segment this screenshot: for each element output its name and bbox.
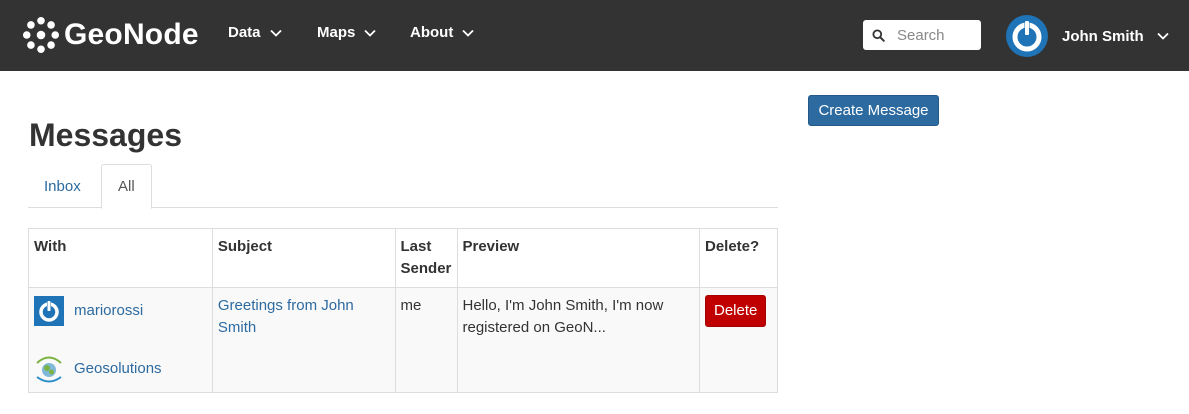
chevron-down-icon <box>1157 32 1169 40</box>
header-with: With <box>28 228 213 288</box>
geosolutions-logo-icon <box>36 356 62 383</box>
cell-preview: Hello, I'm John Smith, I'm now registere… <box>456 287 700 393</box>
power-avatar-icon <box>34 296 64 326</box>
nav-maps-label: Maps <box>317 24 356 41</box>
cell-delete: Delete <box>698 287 779 393</box>
search-box <box>863 20 981 50</box>
cell-last-sender: me <box>394 287 458 393</box>
user-avatar-icon <box>1006 15 1048 57</box>
header-preview: Preview <box>456 228 700 288</box>
participant-item: mariorossi <box>34 295 207 327</box>
page-title: Messages <box>29 117 182 153</box>
nav-maps-menu[interactable]: Maps <box>317 24 376 41</box>
header-delete: Delete? <box>698 228 779 288</box>
subject-link[interactable]: Greetings from John Smith <box>218 297 354 336</box>
messages-table: With Subject Last Sender Preview Delete?… <box>28 228 779 393</box>
chevron-down-icon <box>269 29 282 37</box>
nav-data-label: Data <box>228 24 261 41</box>
table-row: mariorossi Geosolutions Greetings from J… <box>28 287 779 393</box>
nav-data-menu[interactable]: Data <box>228 24 282 41</box>
header-subject: Subject <box>211 228 396 288</box>
header-last-sender: Last Sender <box>394 228 458 288</box>
search-input[interactable] <box>897 26 981 44</box>
search-icon <box>872 28 885 42</box>
nav-about-menu[interactable]: About <box>410 24 474 41</box>
message-tabs: Inbox All <box>28 164 778 209</box>
user-name: John Smith <box>1062 27 1144 45</box>
nav-about-label: About <box>410 24 454 41</box>
participant-item: Geosolutions <box>34 353 207 385</box>
geonode-logo-icon <box>22 16 60 54</box>
brand-home-link[interactable]: GeoNode <box>22 11 199 59</box>
user-menu[interactable]: John Smith <box>1006 14 1169 58</box>
chevron-down-icon <box>462 29 474 37</box>
cell-subject: Greetings from John Smith <box>211 287 396 393</box>
chevron-down-icon <box>364 29 376 37</box>
brand-name: GeoNode <box>64 18 199 51</box>
tab-all[interactable]: All <box>101 164 152 209</box>
tab-inbox[interactable]: Inbox <box>28 164 97 208</box>
participant-link-geosolutions[interactable]: Geosolutions <box>74 358 162 380</box>
top-navbar: GeoNode Data Maps About John Smith <box>0 0 1189 71</box>
delete-button[interactable]: Delete <box>704 295 767 327</box>
table-header-row: With Subject Last Sender Preview Delete? <box>28 228 779 288</box>
create-message-button[interactable]: Create Message <box>808 95 939 126</box>
participant-link-mariorossi[interactable]: mariorossi <box>74 300 143 322</box>
cell-with: mariorossi Geosolutions <box>28 287 213 393</box>
